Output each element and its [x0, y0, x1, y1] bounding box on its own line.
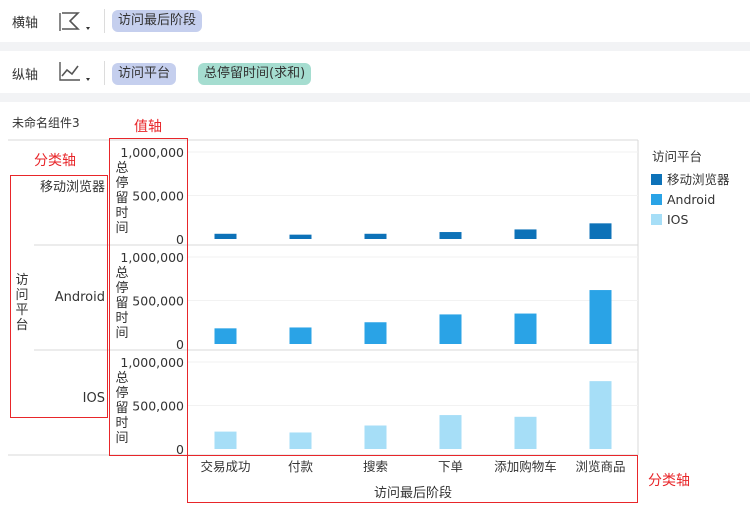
legend-swatch	[651, 194, 662, 205]
annotation-box-value-axis	[109, 138, 188, 456]
bar	[514, 416, 537, 449]
category-axis-annotation-bottom: 分类轴	[648, 473, 690, 489]
bar	[214, 233, 237, 239]
bar	[514, 229, 537, 239]
legend-swatch	[651, 174, 662, 185]
bar	[439, 232, 462, 239]
legend-label: 移动浏览器	[667, 172, 730, 187]
bar	[589, 290, 612, 344]
bar	[289, 327, 312, 344]
bar	[214, 328, 237, 344]
annotation-box-category-axis	[187, 455, 638, 503]
bar	[289, 432, 312, 449]
category-axis-annotation-left: 分类轴	[34, 153, 76, 169]
bar	[589, 381, 612, 449]
legend-label: IOS	[667, 212, 689, 227]
legend-title: 访问平台	[652, 149, 702, 164]
legend-swatch	[651, 214, 662, 225]
bar	[214, 431, 237, 449]
bar	[364, 425, 387, 449]
legend-label: Android	[667, 192, 715, 207]
bar	[289, 234, 312, 239]
bar	[514, 313, 537, 344]
bar	[439, 415, 462, 449]
annotation-box-row-axis	[10, 175, 108, 418]
bar	[364, 233, 387, 239]
bar	[439, 314, 462, 344]
bar	[364, 322, 387, 344]
value-axis-annotation: 值轴	[134, 119, 162, 135]
bar	[589, 223, 612, 239]
